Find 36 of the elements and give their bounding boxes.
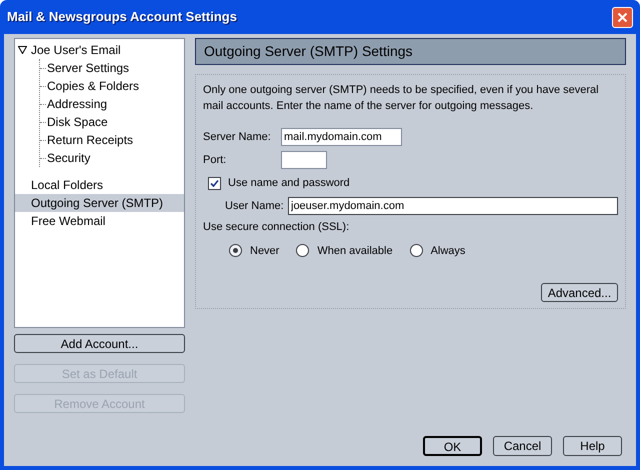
tree-item[interactable]: Addressing [40, 95, 184, 113]
dialog-button[interactable]: OK [423, 436, 482, 456]
radio-label: When available [317, 244, 393, 258]
dialog-button[interactable]: Help [563, 436, 622, 456]
user-name-field[interactable]: joeuser.mydomain.com [288, 197, 618, 215]
field-label: Port: [203, 152, 228, 168]
expand-triangle-icon[interactable] [18, 46, 27, 54]
radio-label: Always [430, 244, 466, 258]
description-text: Only one outgoing server (SMTP) needs to be specified, even if you have several mail accounts. Enter the name of the server for outgoing messages. [203, 83, 600, 114]
advanced-button[interactable]: Advanced... [541, 283, 618, 302]
tree-item[interactable]: Outgoing Server (SMTP) [15, 194, 184, 212]
radio-button[interactable] [410, 244, 423, 258]
tree-item[interactable]: Joe User's Email [15, 41, 184, 59]
panel-header: Outgoing Server (SMTP) Settings [195, 38, 626, 65]
checkbox[interactable] [208, 176, 221, 190]
field-label: User Name: [225, 198, 285, 214]
ssl-label: Use secure connection (SSL): [203, 220, 350, 235]
close-button[interactable] [612, 6, 633, 28]
close-icon [617, 12, 628, 22]
tree-item[interactable]: Disk Space [40, 113, 184, 131]
field-label: Server Name: [203, 130, 272, 145]
server-name-field[interactable]: mail.mydomain.com [281, 128, 402, 146]
tree-item[interactable]: Return Receipts [40, 131, 184, 149]
radio-button[interactable] [229, 244, 242, 258]
tree-item[interactable]: Local Folders [15, 176, 184, 194]
tree-item[interactable]: Copies & Folders [40, 77, 184, 95]
tree-item[interactable]: Security [40, 149, 184, 167]
port-field[interactable] [281, 151, 327, 169]
radio-label: Never [250, 244, 280, 258]
tree-item[interactable]: Free Webmail [15, 212, 184, 230]
account-button[interactable]: Add Account... [14, 334, 185, 353]
dialog-button[interactable]: Cancel [493, 436, 552, 456]
window-title: Mail & Newsgroups Account Settings [7, 8, 237, 26]
checkbox-label: Use name and password [228, 176, 350, 191]
tree-item[interactable]: Server Settings [40, 59, 184, 77]
radio-button[interactable] [296, 244, 310, 258]
